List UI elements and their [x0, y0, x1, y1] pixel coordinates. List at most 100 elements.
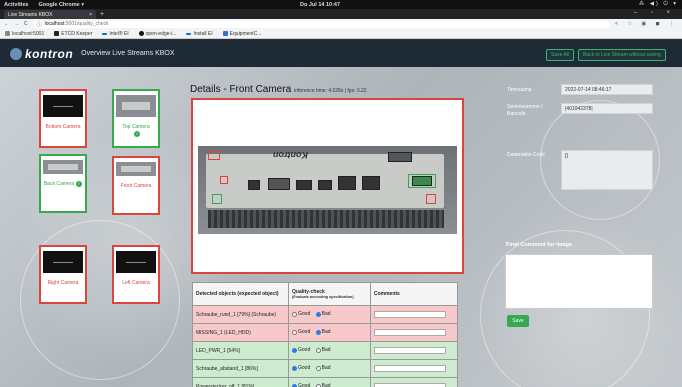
quality-cell: Good Bad: [288, 305, 371, 324]
camera-label: Left Camera: [122, 280, 150, 286]
address-bar[interactable]: ⓘ localhost:5001/quality_check: [32, 20, 611, 28]
camera-preview: [43, 95, 83, 117]
comment-textarea[interactable]: [505, 254, 653, 309]
object-cell: Powerstecker_off_1 [81%]: [192, 377, 289, 387]
camera-thumb-bottom[interactable]: Bottom Camera: [39, 89, 87, 148]
bookmark-item[interactable]: Intel® EI: [102, 31, 129, 37]
good-radio[interactable]: [292, 329, 297, 335]
comment-input[interactable]: [374, 329, 446, 336]
table-header-row: Detected objects (expected object) Quali…: [192, 282, 458, 306]
bookmarks-bar: localhost:5001 ETCD Keeper Intel® EI ope…: [0, 29, 682, 39]
camera-preview: [116, 251, 156, 273]
port-graphic: [362, 176, 380, 190]
port-graphic: [296, 180, 312, 190]
save-all-button[interactable]: Save All: [546, 49, 575, 61]
device-brand-label: Kontron: [273, 150, 308, 160]
back-without-saving-button[interactable]: Back to Live Stream without saving: [578, 49, 666, 61]
object-cell: Schraube_abstand_1 [86%]: [192, 359, 289, 378]
comment-input[interactable]: [374, 347, 446, 354]
close-tab-icon[interactable]: ×: [89, 12, 92, 18]
intel-icon: [102, 32, 108, 35]
bad-radio[interactable]: [315, 365, 321, 371]
new-tab-button[interactable]: +: [100, 10, 104, 19]
camera-thumb-right[interactable]: Right Camera: [39, 245, 87, 304]
table-row: MISSING_1 (LED_HDD) Good Bad: [192, 323, 458, 342]
system-top-bar: Activities Google Chrome ▾ Do Jul 14 10:…: [0, 0, 682, 9]
camera-thumb-left[interactable]: Left Camera: [112, 245, 160, 304]
system-clock[interactable]: Do Jul 14 10:47: [300, 2, 340, 8]
comment-input[interactable]: [374, 383, 446, 387]
tab-live-streams[interactable]: Live Streams KBOX ×: [4, 10, 96, 19]
activities-button[interactable]: Activities: [4, 2, 28, 8]
bad-radio[interactable]: [315, 311, 321, 317]
port-graphic: [268, 178, 290, 190]
col-object-header: Detected objects (expected object): [192, 282, 289, 306]
camera-preview: [43, 251, 83, 273]
good-radio[interactable]: [292, 347, 297, 353]
etcd-icon: [54, 31, 60, 36]
forward-arrow-icon[interactable]: →: [14, 21, 19, 27]
object-cell: MISSING_1 (LED_HDD): [192, 323, 289, 342]
bookmark-item[interactable]: Install EI: [186, 31, 213, 37]
good-radio[interactable]: [292, 365, 297, 371]
intel-icon: [186, 32, 192, 35]
bookmark-item[interactable]: open-edge-i...: [138, 31, 176, 37]
toolbar-actions[interactable]: < ☆ ▣ ◼ ⋮: [615, 21, 678, 27]
camera-label: Top Camera ✓: [122, 124, 150, 137]
comment-cell: [370, 323, 458, 342]
camera-thumb-back[interactable]: Back Camera ✓: [39, 154, 87, 213]
reload-icon[interactable]: C: [24, 21, 28, 27]
serial-label: Seriennummer / Barcode: [507, 104, 543, 117]
back-arrow-icon[interactable]: ←: [4, 21, 9, 27]
comment-cell: [370, 305, 458, 324]
bookmark-item[interactable]: ETCD Keeper: [54, 31, 92, 37]
camera-image-frame: Kontron: [191, 98, 464, 274]
save-button[interactable]: Save: [507, 315, 529, 327]
port-graphic: [388, 152, 412, 162]
quality-cell: Good Bad: [288, 359, 371, 378]
browser-toolbar: ← → C ⓘ localhost:5001/quality_check < ☆…: [0, 19, 682, 29]
app-menu[interactable]: Google Chrome ▾: [38, 2, 84, 8]
col-quality-header: Quality-check (Evaluate according specifi…: [288, 282, 371, 306]
comment-input[interactable]: [374, 365, 446, 372]
globe-icon: [5, 31, 10, 36]
tab-strip: Live Streams KBOX × + ‒ ▫ ×: [0, 9, 682, 19]
datamatrix-field[interactable]: []: [561, 150, 653, 190]
camera-label: Right Camera: [47, 280, 79, 286]
bad-radio[interactable]: [315, 347, 321, 353]
page-content: kontron Overview Live Streams KBOX Save …: [0, 40, 682, 387]
camera-thumb-front[interactable]: Front Camera: [112, 156, 160, 215]
kontron-logo: kontron: [10, 47, 73, 61]
comment-cell: [370, 377, 458, 387]
object-cell: LED_PWR_1 [54%]: [192, 341, 289, 360]
comment-input[interactable]: [374, 311, 446, 318]
info-icon[interactable]: ⓘ: [37, 21, 42, 28]
good-radio[interactable]: [292, 311, 297, 317]
detected-objects-table: Detected objects (expected object) Quali…: [192, 282, 458, 387]
camera-preview: [116, 95, 156, 117]
camera-preview: [116, 162, 156, 176]
quality-cell: Good Bad: [288, 377, 371, 387]
object-cell: Schraube_rund_1 [79%] (Schraube): [192, 305, 289, 324]
camera-label: Bottom Camera: [45, 124, 81, 130]
camera-thumb-top[interactable]: Top Camera ✓: [112, 89, 160, 148]
port-graphic: [248, 180, 260, 190]
window-controls[interactable]: ‒ ▫ ×: [634, 10, 676, 16]
timestamp-field[interactable]: 2022-07-14 08:46:17: [561, 84, 653, 95]
quality-cell: Good Bad: [288, 323, 371, 342]
bookmark-item[interactable]: localhost:5001: [5, 31, 44, 37]
detection-box-bad: [426, 194, 436, 204]
serial-field[interactable]: |401042378|: [561, 103, 653, 114]
bad-radio[interactable]: [315, 329, 321, 335]
app-header: kontron Overview Live Streams KBOX Save …: [0, 40, 682, 67]
camera-image: Kontron: [198, 146, 457, 234]
system-tray[interactable]: ⁂ ◀) ⏻ ▾: [639, 1, 678, 8]
datamatrix-label: Datamatrix-Code: [507, 152, 545, 158]
camera-preview: [43, 160, 83, 174]
logo-mark-icon: [10, 47, 22, 60]
bookmark-item[interactable]: EquipmentC...: [222, 31, 261, 37]
timestamp-label: Timestamp: [507, 87, 532, 93]
folder-icon: [222, 31, 228, 36]
camera-label: Back Camera ✓: [43, 181, 83, 187]
page-title: Overview Live Streams KBOX: [81, 50, 175, 57]
